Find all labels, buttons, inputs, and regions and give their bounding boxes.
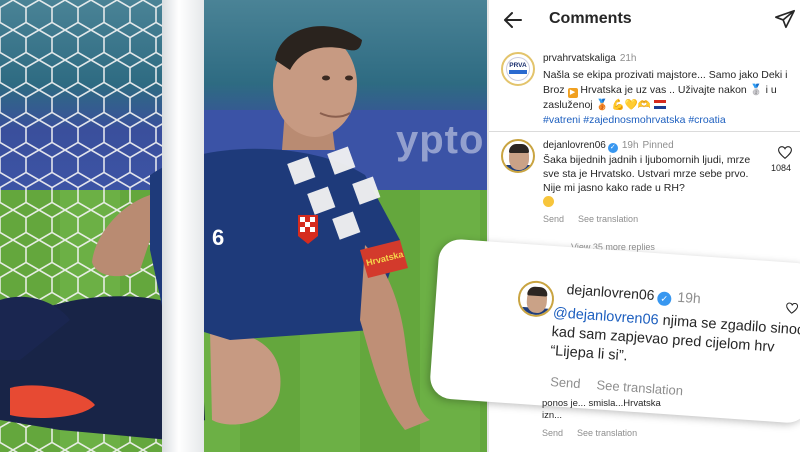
partial-send-button[interactable]: Send bbox=[542, 428, 563, 438]
croatia-flag-icon bbox=[653, 100, 666, 109]
back-arrow-icon[interactable] bbox=[501, 8, 525, 32]
caption-header: prvahrvatskaliga 21h bbox=[543, 53, 637, 64]
reply-text: @dejanlovren06 njima se zgadilo sinoc ka… bbox=[550, 304, 800, 380]
caption-text-part-2: Hrvatska je uz vas .. Uživajte nakon bbox=[577, 84, 750, 96]
pinned-comment-username[interactable]: dejanlovren06 bbox=[543, 140, 606, 151]
caption-time: 21h bbox=[619, 53, 637, 64]
pinned-comment-header: dejanlovren06 ✓ 19h Pinned bbox=[543, 140, 674, 153]
pinned-comment-text: Šaka bijednih jadnih i ljubomornih ljudi… bbox=[543, 153, 758, 209]
partial-see-translation-button[interactable]: See translation bbox=[577, 428, 637, 438]
partial-comment-actions: Send See translation bbox=[542, 428, 637, 438]
pinned-comment-avatar[interactable] bbox=[501, 139, 535, 173]
caption-username[interactable]: prvahrvatskaliga bbox=[543, 53, 616, 64]
caption-text: Našla se ekipa prozivati majstore... Sam… bbox=[543, 69, 788, 126]
partial-comment-text: ponos je... smisla...Hrvatska izn... bbox=[542, 398, 661, 421]
goal-post bbox=[162, 0, 204, 452]
caption-hashtags[interactable]: #vatreni #zajednosmohrvatska #croatia bbox=[543, 114, 726, 126]
thinking-emoji-icon bbox=[543, 196, 554, 207]
pinned-see-translation-button[interactable]: See translation bbox=[578, 214, 638, 224]
caption-divider bbox=[489, 131, 800, 132]
pinned-comment-time: 19h bbox=[621, 140, 639, 151]
verified-icon: ✓ bbox=[607, 143, 618, 153]
verified-icon: ✓ bbox=[656, 291, 672, 307]
send-icon[interactable] bbox=[774, 8, 796, 30]
player-photo: ypto 6 Hrvatska bbox=[0, 0, 487, 452]
play-emoji-icon: ▶ bbox=[567, 88, 578, 98]
pinned-label: Pinned bbox=[642, 140, 674, 151]
reply-see-translation-button[interactable]: See translation bbox=[596, 377, 684, 398]
caption-avatar-text: PRVA bbox=[509, 62, 527, 69]
pinned-comment-body: Šaka bijednih jadnih i ljubomornih ljudi… bbox=[543, 154, 751, 194]
pinned-comment-likes: 1084 bbox=[771, 163, 792, 173]
pinned-send-button[interactable]: Send bbox=[543, 214, 564, 224]
reply-send-button[interactable]: Send bbox=[550, 374, 581, 391]
pinned-comment-actions: Send See translation bbox=[543, 214, 638, 224]
player-figure: 6 Hrvatska bbox=[0, 26, 430, 440]
prva-logo-icon: PRVA bbox=[506, 57, 530, 81]
heart-icon[interactable] bbox=[778, 146, 792, 159]
reply-header: dejanlovren06 ✓ 19h bbox=[566, 281, 701, 308]
heart-icon[interactable] bbox=[786, 302, 799, 314]
caption-avatar[interactable]: PRVA bbox=[501, 52, 535, 86]
comments-header: Comments bbox=[489, 0, 800, 40]
jersey-number: 6 bbox=[212, 225, 224, 250]
zoomed-reply-card: dejanlovren06 ✓ 19h @dejanlovren06 njima s… bbox=[428, 238, 800, 425]
reply-time: 19h bbox=[676, 288, 702, 307]
reply-avatar[interactable] bbox=[516, 279, 556, 319]
reply-actions: Send See translation bbox=[550, 374, 684, 398]
reply-username[interactable]: dejanlovren06 bbox=[566, 281, 655, 303]
page-title: Comments bbox=[549, 10, 632, 27]
